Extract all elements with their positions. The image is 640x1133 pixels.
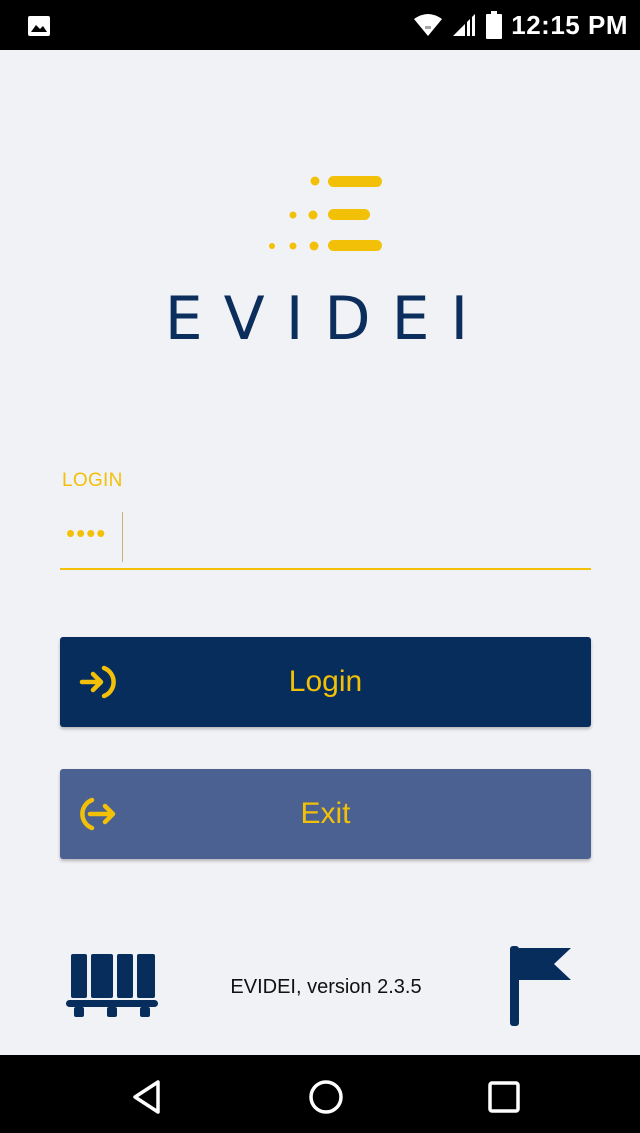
app-screen: 12:15 PM EVIDEI LOGIN •••• Login Exit EV… [0, 0, 640, 1133]
status-bar: 12:15 PM [0, 0, 640, 50]
recent-apps-icon[interactable] [484, 1077, 524, 1117]
exit-button[interactable]: Exit [60, 769, 591, 859]
signal-icon [453, 14, 476, 36]
wifi-icon [414, 14, 443, 36]
status-icons: 12:15 PM [413, 0, 628, 50]
brand-name: EVIDEI [164, 284, 490, 354]
exit-button-label: Exit [300, 797, 351, 830]
login-button[interactable]: Login [60, 637, 591, 727]
login-button-label: Login [288, 665, 363, 698]
back-icon[interactable] [128, 1077, 168, 1117]
text-caret [122, 512, 123, 562]
login-input-value: •••• [66, 518, 107, 548]
flag-icon[interactable] [506, 944, 576, 1026]
navigation-bar [0, 1055, 640, 1133]
home-icon[interactable] [306, 1077, 346, 1117]
image-icon [28, 16, 50, 36]
battery-icon [486, 11, 503, 39]
login-field-label: LOGIN [62, 470, 123, 491]
evidei-logo-icon [269, 176, 382, 251]
clock: 12:15 PM [511, 9, 628, 40]
login-input[interactable]: •••• [60, 508, 591, 570]
